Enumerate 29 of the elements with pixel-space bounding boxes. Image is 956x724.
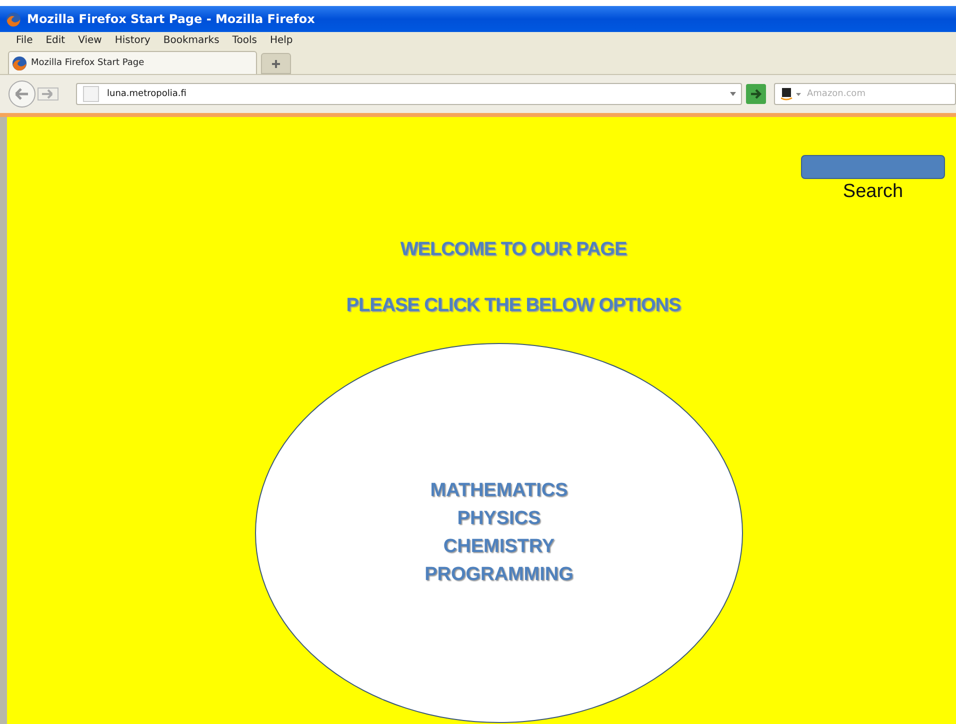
menu-item[interactable]: File [16,34,33,46]
search-field[interactable] [801,155,945,179]
arrow-icon [749,87,763,101]
search-engine-icon[interactable] [781,87,803,101]
go-button[interactable] [746,84,766,104]
firefox-icon [12,56,27,70]
menu-item[interactable]: Tools [232,34,257,46]
dropdown-icon[interactable] [729,91,737,97]
address-field[interactable]: luna.metropolia.fi [76,83,742,105]
menu-item[interactable]: Help [270,34,293,46]
menu-item[interactable]: History [114,34,150,46]
page-heading: PLEASE CLICK THE BELOW OPTIONS [346,295,681,317]
plus-icon [271,58,281,68]
menu-item[interactable]: Edit [46,34,66,46]
search-input[interactable]: Amazon.com [807,89,927,99]
browser-tab[interactable]: Mozilla Firefox Start Page [8,51,257,74]
menu-item[interactable]: Bookmarks [163,34,220,46]
firefox-icon [6,12,21,26]
option-link[interactable]: PHYSICS [457,505,541,533]
option-link[interactable]: PROGRAMMING [424,561,574,589]
page-heading: WELCOME TO OUR PAGE [400,239,627,261]
window-title: Mozilla Firefox Start Page - Mozilla Firefox [27,12,315,26]
search-field[interactable]: Amazon.com [774,83,956,105]
menu-item[interactable]: View [78,34,102,46]
option-link[interactable]: MATHEMATICS [430,477,568,505]
search-label: Search [842,181,904,203]
option-link[interactable]: CHEMISTRY [443,533,555,561]
page-icon [83,86,99,102]
new-tab-button[interactable] [261,53,291,74]
